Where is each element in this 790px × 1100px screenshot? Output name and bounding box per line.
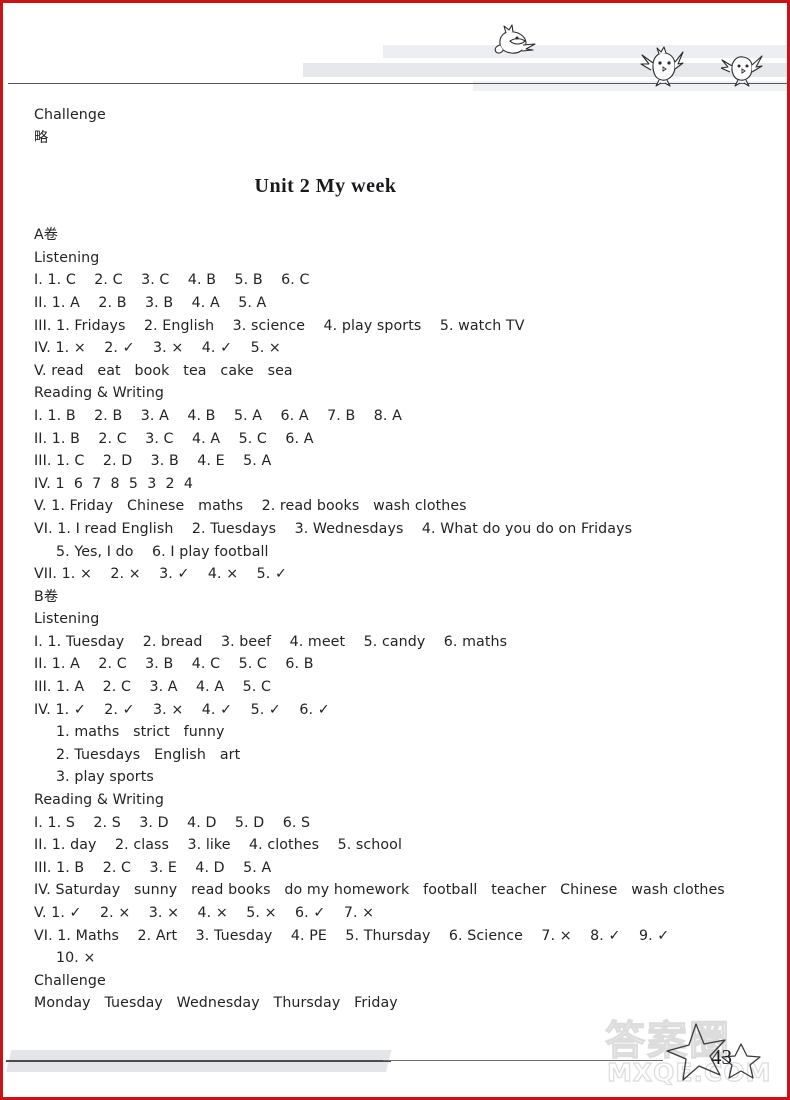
header-shade-band — [303, 63, 787, 77]
paper-b-reading-heading: Reading & Writing — [34, 792, 165, 809]
answer-line: 3. play sports — [56, 769, 154, 786]
answer-line: I. 1. B 2. B 3. A 4. B 5. A 6. A 7. B 8.… — [34, 407, 402, 424]
answer-line: II. 1. day 2. class 3. like 4. clothes 5… — [34, 837, 402, 854]
answer-line: 1. maths strict funny — [56, 724, 225, 741]
answer-line: III. 1. A 2. C 3. A 4. A 5. C — [34, 679, 271, 696]
answer-line: I. 1. C 2. C 3. C 4. B 5. B 6. C — [34, 272, 310, 289]
answer-line: II. 1. A 2. B 3. B 4. A 5. A — [34, 294, 267, 311]
answer-line: II. 1. A 2. C 3. B 4. C 5. C 6. B — [34, 656, 314, 673]
answer-line: IV. Saturday sunny read books do my home… — [34, 882, 725, 899]
answer-line: III. 1. B 2. C 3. E 4. D 5. A — [34, 859, 272, 876]
answer-line: VI. 1. Maths 2. Art 3. Tuesday 4. PE 5. … — [34, 927, 670, 944]
page-header — [3, 3, 787, 95]
bird-perched-icon — [721, 55, 763, 87]
answer-line: V. read eat book tea cake sea — [34, 362, 293, 379]
answer-line: V. 1. Friday Chinese maths 2. read books… — [34, 498, 467, 515]
answer-line: IV. 1 6 7 8 5 3 2 4 — [34, 475, 194, 492]
paper-b-label: B卷 — [34, 588, 59, 605]
answer-line: VII. 1. × 2. × 3. ✓ 4. × 5. ✓ — [34, 566, 288, 583]
paper-a-label: A卷 — [34, 227, 59, 244]
footer-divider-thin — [383, 1060, 663, 1061]
answer-line: 10. × — [56, 950, 96, 967]
unit-title: Unit 2 My week — [254, 175, 397, 198]
paper-b-challenge-heading: Challenge — [34, 972, 106, 989]
answer-key-page: Challenge 略 Unit 2 My week A卷 Listening … — [0, 0, 790, 1100]
answer-line: VI. 1. I read English 2. Tuesdays 3. Wed… — [34, 520, 633, 537]
bird-perched-icon — [640, 46, 684, 87]
page-number: 43 — [711, 1045, 732, 1069]
footer-divider — [6, 1060, 391, 1062]
answer-line: I. 1. S 2. S 3. D 4. D 5. D 6. S — [34, 814, 311, 831]
answer-line: III. 1. C 2. D 3. B 4. E 5. A — [34, 453, 272, 470]
answer-line: III. 1. Fridays 2. English 3. science 4.… — [34, 317, 525, 334]
paper-a-reading-heading: Reading & Writing — [34, 385, 165, 402]
paper-a-listening-heading: Listening — [34, 249, 100, 266]
bird-flying-icon — [494, 24, 536, 54]
answer-line: V. 1. ✓ 2. × 3. × 4. × 5. × 6. ✓ 7. × — [34, 905, 375, 921]
challenge-answer: 略 — [34, 129, 49, 146]
answer-line: 5. Yes, I do 6. I play football — [56, 543, 269, 560]
paper-b-challenge-answer: Monday Tuesday Wednesday Thursday Friday — [34, 995, 398, 1012]
answer-key-content: Challenge 略 Unit 2 My week A卷 Listening … — [34, 104, 767, 1015]
challenge-heading: Challenge — [34, 107, 106, 123]
answer-line: II. 1. B 2. C 3. C 4. A 5. C 6. A — [34, 430, 314, 447]
answer-line: I. 1. Tuesday 2. bread 3. beef 4. meet 5… — [34, 633, 508, 650]
paper-b-listening-heading: Listening — [34, 611, 100, 628]
answer-line: 2. Tuesdays English art — [56, 746, 241, 763]
answer-line: IV. 1. ✓ 2. ✓ 3. × 4. ✓ 5. ✓ 6. ✓ — [34, 701, 330, 718]
answer-line: IV. 1. × 2. ✓ 3. × 4. ✓ 5. × — [34, 340, 281, 357]
